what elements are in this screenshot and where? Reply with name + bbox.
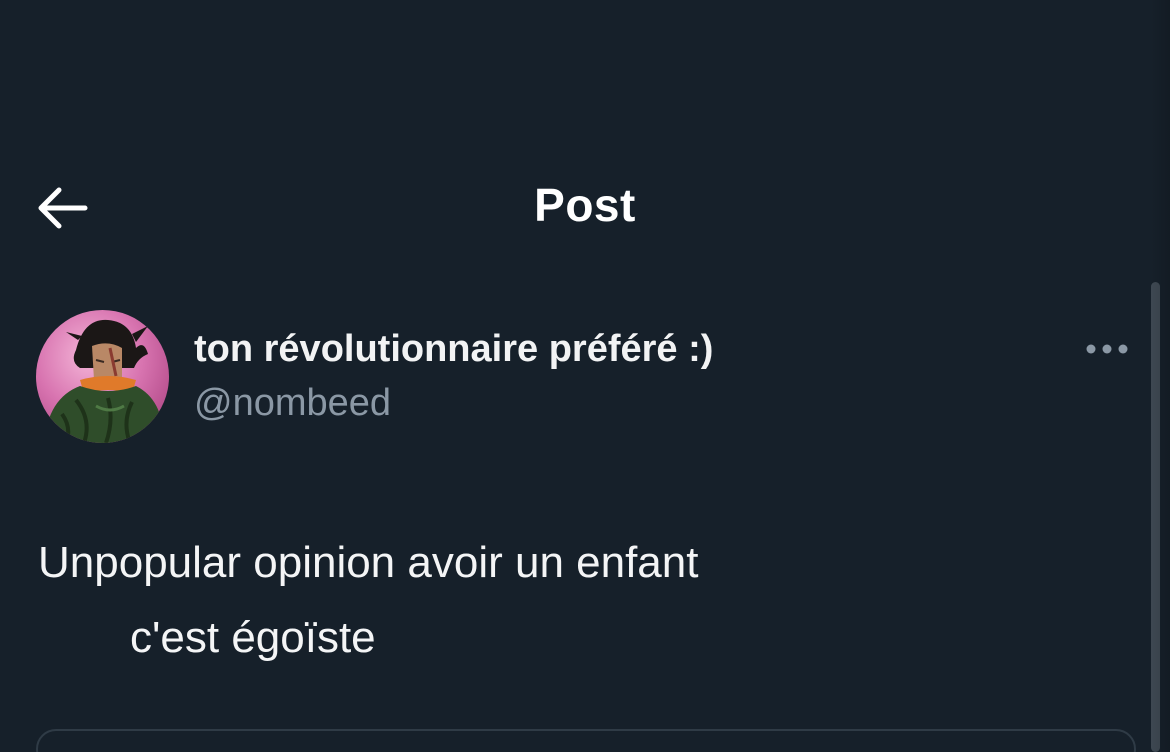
more-horizontal-icon — [1086, 344, 1128, 354]
author-handle[interactable]: @nombeed — [194, 382, 391, 425]
post-screen: Post ton révolutionnaire préféré:) @nom… — [0, 0, 1170, 752]
author-display-name[interactable]: ton révolutionnaire préféré :) — [194, 328, 713, 371]
avatar-image — [36, 310, 169, 443]
post: ton révolutionnaire préféré :) @nombeed … — [0, 270, 1170, 752]
top-bar: Post — [0, 0, 1170, 270]
screen-edge-shade — [1150, 0, 1170, 752]
post-text-line: c'est égoïste — [130, 613, 376, 662]
post-text: Unpopular opinion avoir un enfant c'est é… — [38, 525, 698, 675]
page-title: Post — [534, 179, 636, 231]
avatar[interactable] — [36, 310, 169, 443]
post-text-line: Unpopular opinion avoir un enfant — [38, 538, 699, 587]
embedded-card[interactable] — [36, 729, 1136, 752]
more-options-button[interactable] — [1080, 332, 1134, 366]
